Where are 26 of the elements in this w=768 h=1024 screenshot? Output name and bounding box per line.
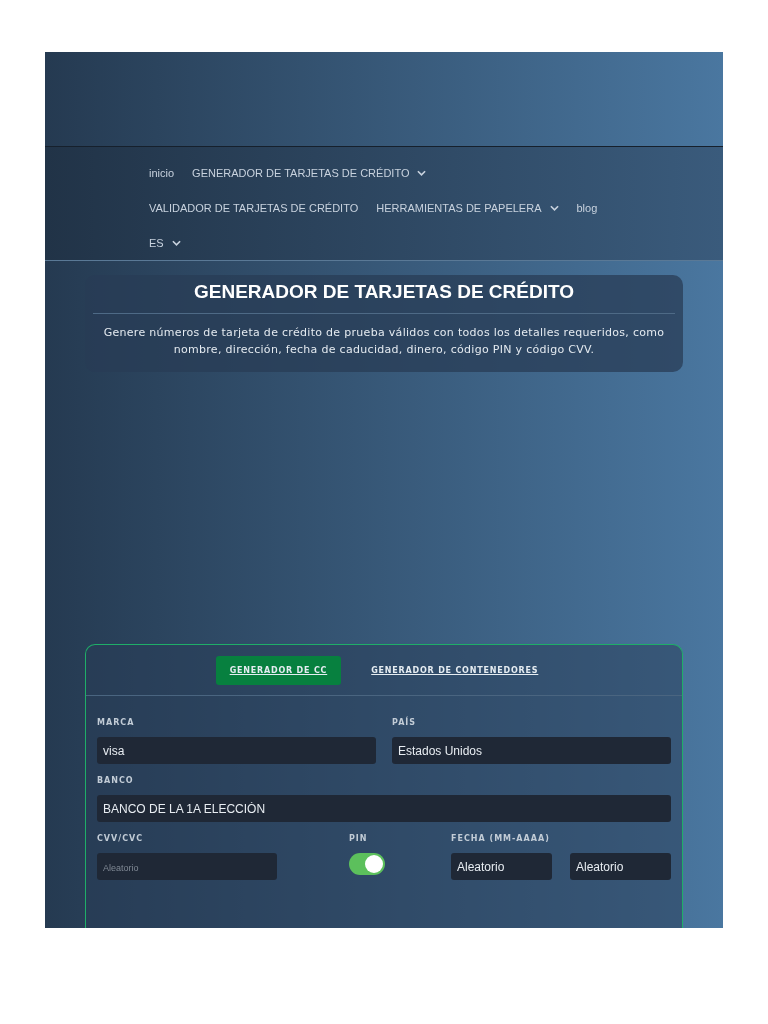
nav-link[interactable]: inicio [149,166,175,179]
field-label: FECHA (MM-AAAA) [451,834,551,843]
pin-toggle[interactable] [349,853,385,875]
year-select[interactable]: Aleatorio [570,853,671,880]
chevron-down-icon [549,204,559,211]
nav-link[interactable]: VALIDADOR DE TARJETAS DE CRÉDITO [149,201,359,214]
field-label: BANCO [97,776,135,785]
field-label: CVV/CVC [97,834,145,843]
chevron-down-icon [417,169,427,176]
page-title: GENERADOR DE TARJETAS DE CRÉDITO [192,281,575,304]
nav-link[interactable]: blog [576,201,598,214]
tab[interactable]: GENERADOR DE CC [215,656,342,685]
month-select[interactable]: Aleatorio [451,853,552,880]
cvv-input[interactable]: Aleatorio [97,853,277,880]
brand-select[interactable]: visa [97,737,376,764]
nav-link[interactable]: HERRAMIENTAS DE PAPELERA [376,201,559,214]
country-select[interactable]: Estados Unidos [392,737,671,764]
bank-input[interactable]: BANCO DE LA 1A ELECCIÓN [97,795,671,822]
field-label: MARCA [97,718,136,727]
nav-link[interactable]: ES [149,236,181,249]
nav-link[interactable]: GENERADOR DE TARJETAS DE CRÉDITO [192,166,427,179]
tab[interactable]: GENERADOR DE CONTENEDORES [357,656,553,685]
chevron-down-icon [171,239,181,246]
intro-text: Genere números de tarjeta de crédito de prueba válidos con todos los detalles requeridos, como nombre, dirección, fecha de caducidad, dinero, código PIN y código CVV. [102,325,666,358]
field-label: PIN [349,834,368,843]
field-label: PAÍS [392,718,418,727]
